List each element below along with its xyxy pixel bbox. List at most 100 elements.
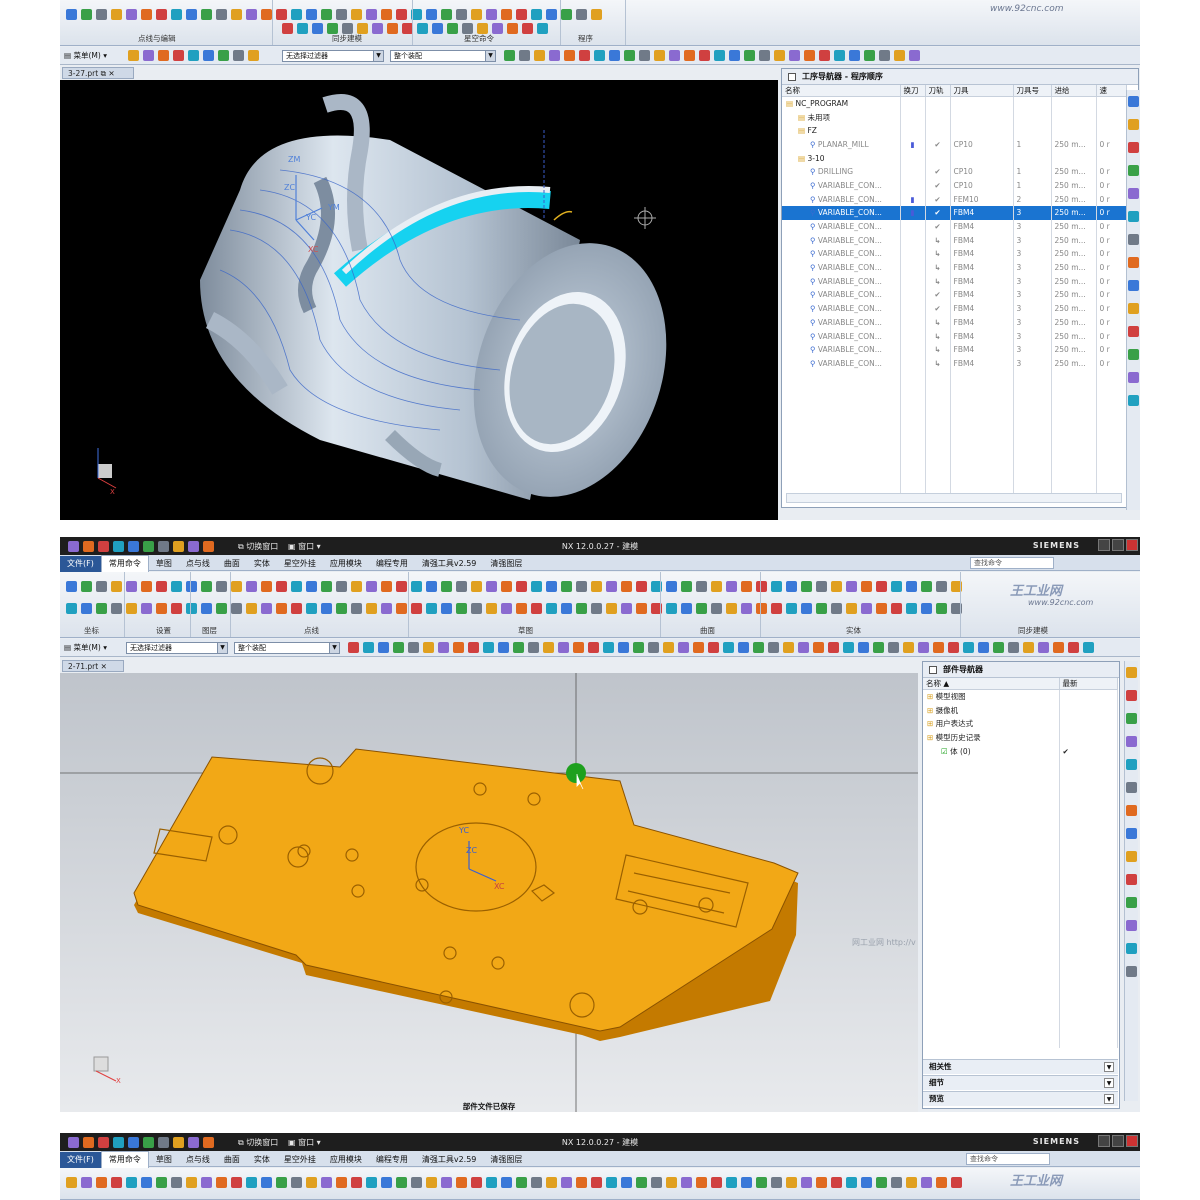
tool-icon[interactable] — [81, 603, 92, 614]
doc-tab[interactable]: 2-71.prt ✕ — [62, 660, 124, 672]
tool-icon[interactable] — [888, 642, 899, 653]
tree-node[interactable]: ⊞ 模型历史记录 — [923, 730, 1118, 745]
tool-icon[interactable] — [537, 23, 548, 34]
filter-dropdown[interactable]: 无选择过滤器 ▼ — [126, 642, 228, 654]
tool-icon[interactable] — [276, 1177, 287, 1188]
tool-icon[interactable] — [96, 9, 107, 20]
menu-item[interactable]: 曲面 — [217, 556, 247, 572]
tool-icon[interactable] — [501, 9, 512, 20]
tool-icon[interactable] — [978, 642, 989, 653]
ribbon-tool-icons-row2[interactable] — [64, 602, 964, 615]
menu-item[interactable]: 草图 — [149, 1152, 179, 1168]
tree-node[interactable]: ⊞ 模型视图 — [923, 689, 1118, 704]
tool-icon[interactable] — [81, 9, 92, 20]
tool-icon[interactable] — [843, 642, 854, 653]
tool-icon[interactable] — [666, 581, 677, 592]
tool-icon[interactable] — [471, 9, 482, 20]
tool-icon[interactable] — [609, 50, 620, 61]
tool-icon[interactable] — [426, 1177, 437, 1188]
tool-icon[interactable] — [111, 9, 122, 20]
tool-icon[interactable] — [501, 603, 512, 614]
operation-row[interactable]: ▤ 未用项 — [782, 110, 1127, 124]
menu-item[interactable]: 草图 — [149, 556, 179, 572]
minimize-button[interactable] — [1098, 1135, 1110, 1147]
menu-item[interactable]: 点与线 — [179, 1152, 217, 1168]
tool-icon[interactable] — [678, 642, 689, 653]
tool-icon[interactable] — [246, 1177, 257, 1188]
resource-tab-icon[interactable] — [1126, 782, 1137, 793]
tool-icon[interactable] — [381, 1177, 392, 1188]
horizontal-scrollbar[interactable] — [786, 493, 1122, 503]
tool-icon[interactable] — [993, 642, 1004, 653]
tool-icon[interactable] — [218, 50, 229, 61]
tool-icon[interactable] — [813, 642, 824, 653]
tool-icon[interactable] — [606, 603, 617, 614]
tool-icon[interactable] — [173, 50, 184, 61]
tool-icon[interactable] — [684, 50, 695, 61]
tool-icon[interactable] — [306, 1177, 317, 1188]
tool-icon[interactable] — [1038, 642, 1049, 653]
operation-row[interactable]: ⚲ VARIABLE_CON... ✔ FBM4 3 250 m... 0 r — [782, 219, 1127, 234]
tool-icon[interactable] — [66, 1177, 77, 1188]
tool-icon[interactable] — [876, 581, 887, 592]
operation-row[interactable]: ⚲ PLANAR_MILL ▮ ✔ CP10 1 250 m... 0 r — [782, 137, 1127, 152]
menu-item[interactable]: 编程专用 — [369, 556, 415, 572]
tool-icon[interactable] — [351, 603, 362, 614]
tool-icon[interactable] — [591, 1177, 602, 1188]
tool-icon[interactable] — [636, 603, 647, 614]
tool-icon[interactable] — [756, 581, 767, 592]
tool-icon[interactable] — [411, 603, 422, 614]
tool-icon[interactable] — [201, 1177, 212, 1188]
tool-icon[interactable] — [66, 603, 77, 614]
tool-icon[interactable] — [1023, 642, 1034, 653]
tool-icon[interactable] — [393, 642, 404, 653]
menu-item[interactable]: 清强图层 — [483, 1152, 529, 1168]
tool-icon[interactable] — [771, 1177, 782, 1188]
tool-icon[interactable] — [126, 1177, 137, 1188]
menu-item[interactable]: 曲面 — [217, 1152, 247, 1168]
tool-icon[interactable] — [561, 1177, 572, 1188]
tool-icon[interactable] — [231, 1177, 242, 1188]
column-header[interactable]: 刀轨 — [925, 85, 951, 97]
tool-icon[interactable] — [531, 581, 542, 592]
menu-item[interactable]: 常用命令 — [100, 1151, 149, 1168]
tool-icon[interactable] — [936, 603, 947, 614]
tool-icon[interactable] — [141, 9, 152, 20]
tool-icon[interactable] — [291, 603, 302, 614]
tool-icon[interactable] — [441, 603, 452, 614]
resource-tab-icon[interactable] — [1126, 713, 1137, 724]
tool-icon[interactable] — [741, 581, 752, 592]
tool-icon[interactable] — [588, 642, 599, 653]
tool-icon[interactable] — [864, 50, 875, 61]
resource-tab-icon[interactable] — [1126, 690, 1137, 701]
tool-icon[interactable] — [618, 642, 629, 653]
ribbon-tool-icons[interactable] — [64, 580, 964, 593]
tool-icon[interactable] — [564, 50, 575, 61]
tool-icon[interactable] — [591, 9, 602, 20]
tool-icon[interactable] — [141, 581, 152, 592]
assembly-dropdown[interactable]: 整个装配 ▼ — [234, 642, 340, 654]
tool-icon[interactable] — [786, 1177, 797, 1188]
operation-row[interactable]: ⚲ DRILLING ✔ CP10 1 250 m... 0 r — [782, 164, 1127, 179]
tool-icon[interactable] — [714, 50, 725, 61]
tool-icon[interactable] — [711, 1177, 722, 1188]
tool-icon[interactable] — [546, 581, 557, 592]
tool-icon[interactable] — [696, 581, 707, 592]
tool-icon[interactable] — [381, 9, 392, 20]
tool-icon[interactable] — [381, 603, 392, 614]
tool-icon[interactable] — [699, 50, 710, 61]
tool-icon[interactable] — [798, 642, 809, 653]
tool-icon[interactable] — [666, 1177, 677, 1188]
tool-icon[interactable] — [594, 50, 605, 61]
tool-icon[interactable] — [261, 581, 272, 592]
operation-row[interactable]: ⚲ VARIABLE_CON... ✔ FBM4 3 250 m... 0 r — [782, 301, 1127, 316]
operation-row[interactable]: ▤ NC_PROGRAM — [782, 96, 1127, 111]
menu-item[interactable]: 文件(F) — [60, 1152, 101, 1168]
tool-icon[interactable] — [786, 581, 797, 592]
tool-icon[interactable] — [906, 581, 917, 592]
tool-icon[interactable] — [126, 603, 137, 614]
resource-tab-icon[interactable] — [1128, 280, 1139, 291]
resource-tab-icon[interactable] — [1126, 759, 1137, 770]
tool-icon[interactable] — [696, 1177, 707, 1188]
tool-icon[interactable] — [921, 581, 932, 592]
